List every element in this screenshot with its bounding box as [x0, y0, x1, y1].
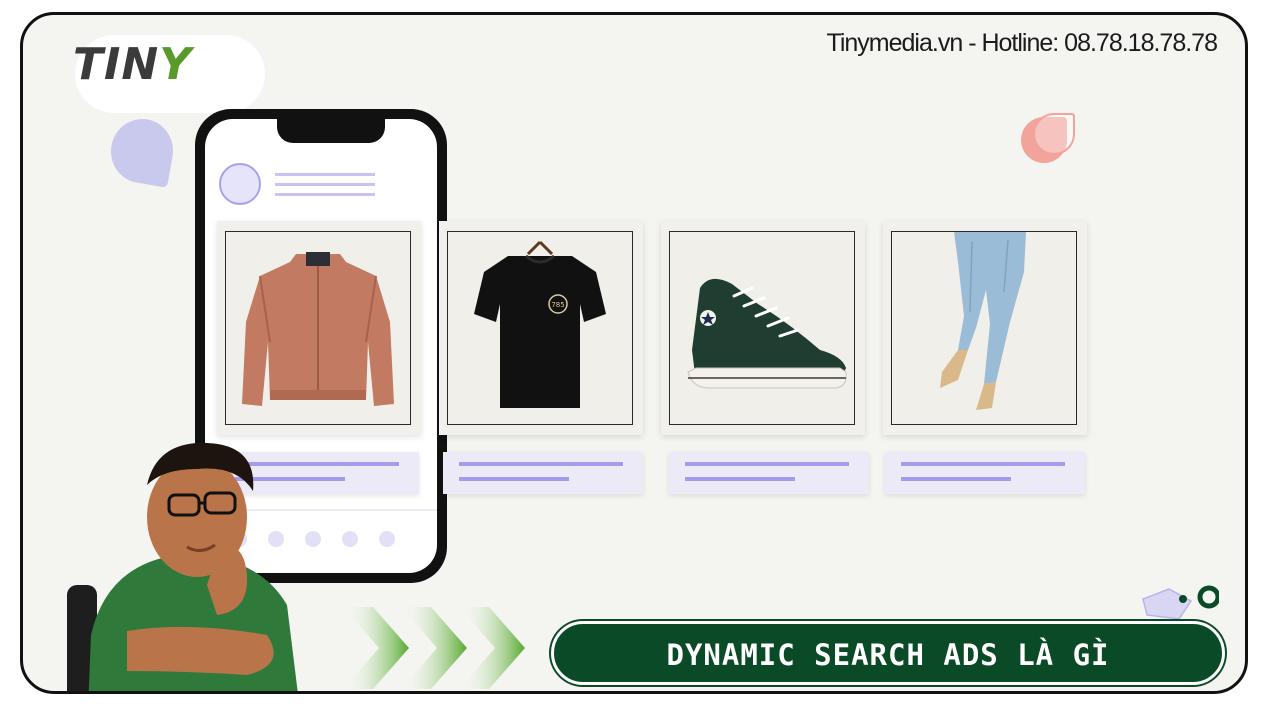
- chevron-arrows-decoration: [343, 607, 525, 689]
- product-label-placeholder: [443, 452, 643, 494]
- profile-line: [275, 183, 375, 186]
- jacket-image: [242, 252, 394, 406]
- product-card-sneaker[interactable]: [661, 221, 865, 435]
- red-blob-outline-decoration: [1033, 113, 1075, 155]
- product-card-tshirt[interactable]: 785: [439, 221, 643, 435]
- hotline-text: Tinymedia.vn - Hotline: 08.78.18.78.78: [826, 29, 1218, 57]
- profile-avatar: [219, 163, 261, 205]
- phone-notch: [277, 119, 385, 143]
- logo-accent-text: Y: [159, 39, 193, 90]
- product-card-jacket[interactable]: [217, 221, 421, 435]
- tshirt-image: 785: [474, 240, 606, 408]
- thinking-person-illustration: [67, 442, 298, 691]
- sneaker-image: [687, 278, 847, 389]
- carousel-dot[interactable]: [342, 531, 358, 547]
- logo-main-text: TIN: [73, 39, 160, 90]
- purple-blob-decoration: [105, 114, 179, 188]
- product-card-jeans[interactable]: [883, 221, 1087, 435]
- profile-line: [275, 173, 375, 176]
- jeans-image: [940, 232, 1026, 410]
- profile-line: [275, 193, 375, 196]
- product-label-placeholder: [885, 452, 1085, 494]
- title-banner: DYNAMIC SEARCH ADS LÀ GÌ: [551, 621, 1225, 685]
- tiny-logo: TINY: [73, 39, 192, 90]
- main-frame: TINY Tinymedia.vn - Hotline: 08.78.18.78…: [20, 12, 1248, 694]
- tshirt-print-text: 785: [551, 301, 564, 309]
- product-label-placeholder: [669, 452, 869, 494]
- carousel-dot[interactable]: [379, 531, 395, 547]
- banner-title: DYNAMIC SEARCH ADS LÀ GÌ: [666, 638, 1110, 672]
